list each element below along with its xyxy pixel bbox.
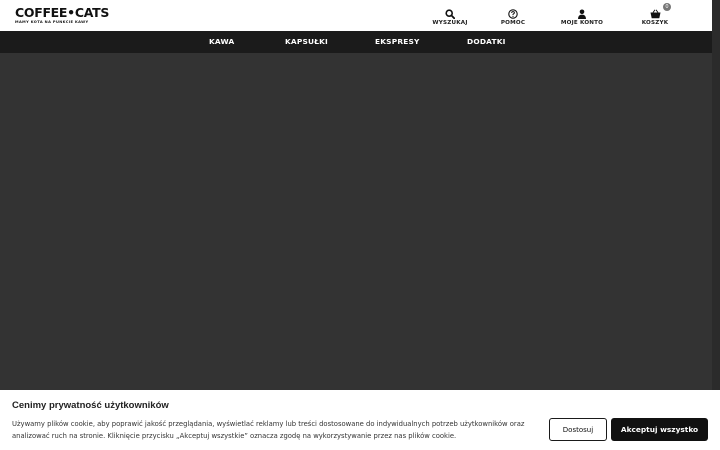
- cookie-title: Cenimy prywatność użytkowników: [12, 400, 169, 411]
- help-label: POMOC: [500, 20, 526, 26]
- cart-count-badge: 0: [663, 3, 671, 11]
- basket-icon: 0: [649, 3, 671, 19]
- cookie-text: Używamy plików cookie, aby poprawić jako…: [12, 420, 525, 440]
- cart-label: KOSZYK: [641, 20, 669, 26]
- logo-text: COFFEE•CATS: [15, 5, 110, 20]
- help-button[interactable]: POMOC: [500, 8, 526, 28]
- page-overlay: [0, 53, 712, 390]
- search-button[interactable]: WYSZUKAJ: [432, 8, 468, 28]
- site-logo[interactable]: COFFEE•CATS MAMY KOTA NA PUNKCIE KAWY: [15, 5, 110, 26]
- nav-item-dodatki[interactable]: DODATKI: [467, 31, 506, 53]
- accept-all-button[interactable]: Akceptuj wszystko: [611, 418, 708, 441]
- search-icon: [444, 8, 456, 19]
- user-icon: [576, 8, 588, 19]
- main-nav: KAWA KAPSUŁKI EKSPRESY DODATKI: [0, 31, 712, 53]
- help-icon: [507, 8, 519, 19]
- cart-button[interactable]: 0 KOSZYK: [641, 3, 671, 28]
- logo-tagline: MAMY KOTA NA PUNKCIE KAWY: [15, 20, 89, 24]
- scrollbar[interactable]: [712, 0, 720, 450]
- nav-item-ekspresy[interactable]: EKSPRESY: [375, 31, 420, 53]
- account-label: MOJE KONTO: [560, 20, 604, 26]
- nav-item-kawa[interactable]: KAWA: [209, 31, 234, 53]
- customize-button[interactable]: Dostosuj: [549, 418, 607, 441]
- account-button[interactable]: MOJE KONTO: [561, 8, 603, 28]
- site-header: COFFEE•CATS MAMY KOTA NA PUNKCIE KAWY WY…: [0, 0, 712, 31]
- search-label: WYSZUKAJ: [432, 20, 468, 26]
- nav-item-kapsulki[interactable]: KAPSUŁKI: [285, 31, 328, 53]
